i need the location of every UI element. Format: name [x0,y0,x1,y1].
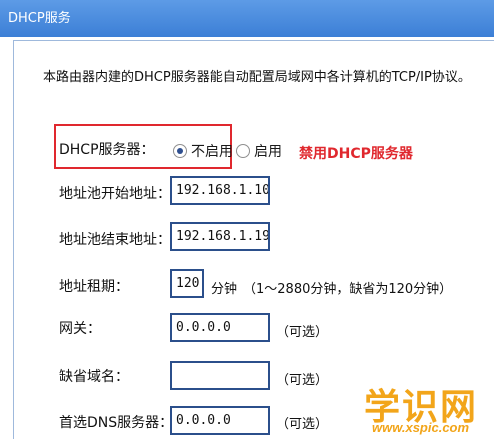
disable-dhcp-annotation: 禁用DHCP服务器 [299,146,413,162]
watermark-url: www.xspic.com [372,420,470,435]
gateway-input[interactable]: 0.0.0.0 [170,313,270,342]
radio-checked-icon[interactable] [173,144,187,158]
primary-dns-input[interactable]: 0.0.0.0 [170,406,270,435]
lease-label: 地址租期： [59,279,129,295]
radio-disable-dhcp[interactable]: 不启用 [173,141,233,161]
gateway-hint: （可选） [276,325,329,340]
dhcp-server-label: DHCP服务器： [59,142,155,158]
site-watermark: 学识网 www.xspic.com [364,378,492,438]
domain-hint: （可选） [276,373,329,388]
primary-dns-hint: （可选） [276,417,329,432]
primary-dns-label: 首选DNS服务器： [59,415,174,431]
page-description: 本路由器内建的DHCP服务器能自动配置局域网中各计算机的TCP/IP协议。 [43,70,471,85]
window-titlebar: DHCP服务 [0,0,494,37]
pool-start-label: 地址池开始地址： [59,186,171,202]
domain-input[interactable] [170,361,270,390]
window-title: DHCP服务 [8,11,71,26]
gateway-label: 网关： [59,321,101,337]
domain-label: 缺省域名： [59,369,129,385]
lease-input[interactable]: 120 [170,269,204,298]
pool-start-input[interactable]: 192.168.1.100 [170,176,270,205]
lease-unit: 分钟 [211,282,238,297]
radio-enable-dhcp[interactable]: 启用 [236,141,282,161]
radio-unchecked-icon[interactable] [236,144,250,158]
lease-hint: （1～2880分钟，缺省为120分钟） [243,282,453,297]
pool-end-label: 地址池结束地址： [59,232,171,248]
pool-end-input[interactable]: 192.168.1.199 [170,222,270,251]
radio-disable-label: 不启用 [191,144,233,160]
radio-enable-label: 启用 [254,144,282,160]
